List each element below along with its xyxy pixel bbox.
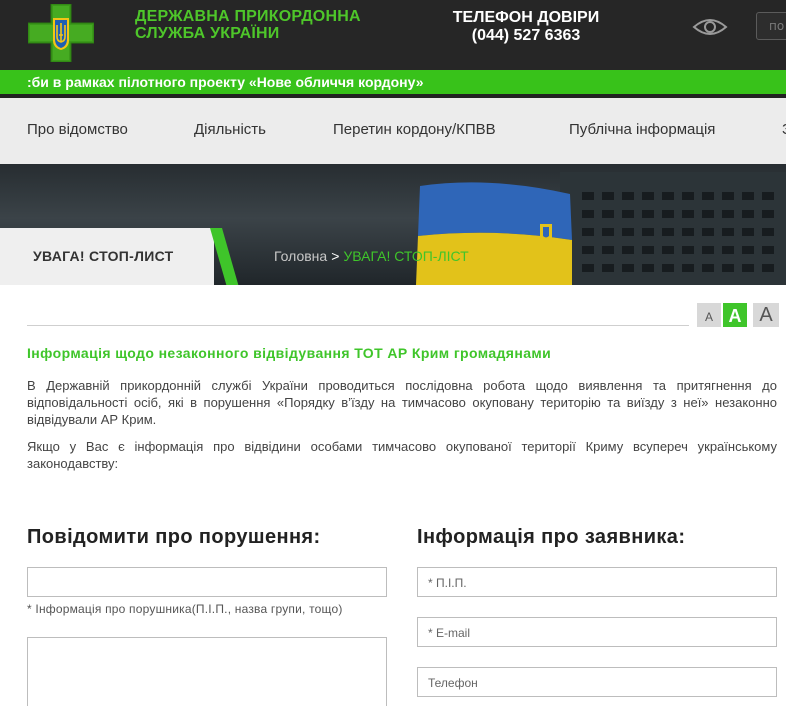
violation-description-textarea[interactable] [27, 637, 387, 706]
violator-info-hint: * Інформація про порушника(П.І.П., назва… [27, 602, 343, 616]
breadcrumb-separator: > [331, 248, 340, 264]
font-size-small-button[interactable]: A [697, 303, 721, 327]
font-size-large-button[interactable]: A [753, 303, 779, 327]
applicant-name-input[interactable]: * П.І.П. [417, 567, 777, 597]
main-navigation: Про відомство Діяльність Перетин кордону… [0, 98, 786, 164]
banner-background-image [560, 172, 786, 285]
page-banner: УВАГА! СТОП-ЛИСТ Головна > УВАГА! СТОП-ЛІС… [0, 164, 786, 285]
nav-item-more[interactable]: З [782, 121, 786, 138]
info-paragraph-2: Якщо у Вас є інформація про відвідини ос… [27, 439, 777, 471]
title-tab-stripe [210, 228, 239, 285]
organization-name-line2: СЛУЖБА УКРАЇНИ [135, 25, 280, 42]
applicant-info-heading: Інформація про заявника: [417, 526, 686, 548]
info-paragraph-1: В Державній прикордонній службі України … [27, 378, 777, 427]
news-ticker: :би в рамках пілотного проекту «Нове обл… [0, 70, 786, 98]
eye-icon[interactable] [692, 14, 728, 40]
breadcrumb: Головна > УВАГА! СТОП-ЛІСТ [274, 248, 469, 264]
report-violation-heading: Повідомити про порушення: [27, 526, 321, 548]
hotline-title: ТЕЛЕФОН ДОВІРИ [452, 9, 600, 26]
site-header: ДЕРЖАВНА ПРИКОРДОННА СЛУЖБА УКРАЇНИ ТЕЛЕ… [0, 0, 786, 70]
border-guard-emblem-icon[interactable] [28, 4, 94, 62]
ticker-bar: :би в рамках пілотного проекту «Нове обл… [0, 70, 786, 94]
organization-name[interactable]: ДЕРЖАВНА ПРИКОРДОННА СЛУЖБА УКРАЇНИ [135, 8, 361, 42]
font-size-medium-button[interactable]: A [723, 303, 747, 327]
page-title-tab: УВАГА! СТОП-ЛИСТ [0, 228, 239, 285]
nav-item-activity[interactable]: Діяльність [194, 121, 266, 138]
breadcrumb-current: УВАГА! СТОП-ЛІСТ [343, 248, 469, 264]
page-title: УВАГА! СТОП-ЛИСТ [33, 248, 174, 264]
applicant-phone-input[interactable]: Телефон [417, 667, 777, 697]
nav-item-about[interactable]: Про відомство [27, 121, 128, 138]
violator-info-input[interactable] [27, 567, 387, 597]
content-divider [27, 325, 689, 326]
organization-name-line1: ДЕРЖАВНА ПРИКОРДОННА [135, 8, 361, 25]
breadcrumb-home-link[interactable]: Головна [274, 248, 327, 264]
ukraine-flag-image [416, 182, 572, 285]
hotline-block: ТЕЛЕФОН ДОВІРИ (044) 527 6363 [440, 9, 612, 45]
ticker-text[interactable]: :би в рамках пілотного проекту «Нове обл… [27, 74, 424, 90]
nav-item-border-crossing[interactable]: Перетин кордону/КПВВ [333, 121, 496, 138]
hotline-number[interactable]: (044) 527 6363 [440, 27, 612, 45]
applicant-email-input[interactable]: * E-mail [417, 617, 777, 647]
info-heading: Інформація щодо незаконного відвідування… [27, 345, 552, 361]
search-input[interactable]: по [756, 12, 786, 40]
nav-item-public-info[interactable]: Публічна інформація [569, 121, 715, 138]
